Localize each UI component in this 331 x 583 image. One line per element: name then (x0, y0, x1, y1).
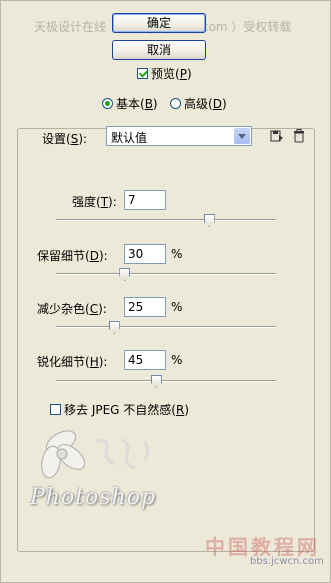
radio-selected-icon[interactable] (102, 98, 113, 109)
mode-advanced-label: 高级(D) (184, 97, 227, 111)
strength-label: 强度(T): (72, 195, 117, 209)
preserve-detail-input[interactable]: 30 (124, 244, 166, 264)
mode-basic-label: 基本(B) (116, 97, 158, 111)
chevron-down-icon[interactable] (234, 128, 250, 144)
radio-unselected-icon[interactable] (170, 98, 181, 109)
reduce-color-noise-slider-track[interactable] (56, 326, 276, 328)
settings-dropdown-value: 默认值 (111, 131, 148, 145)
strength-slider-track[interactable] (56, 219, 276, 221)
strength-input[interactable]: 7 (124, 190, 166, 210)
reduce-color-noise-unit: % (171, 300, 183, 314)
preserve-detail-label: 保留细节(D): (37, 249, 108, 263)
sharpen-detail-unit: % (171, 353, 183, 367)
preserve-detail-slider-track[interactable] (56, 273, 276, 275)
preview-checkbox[interactable]: 预览(P) (137, 65, 192, 82)
preview-check-icon[interactable] (137, 68, 148, 79)
sharpen-detail-label: 锐化细节(H): (37, 355, 108, 369)
watermark-bottom-url: bbs.jcwcn.com (250, 556, 324, 567)
settings-dropdown[interactable]: 默认值 (106, 126, 252, 146)
sharpen-detail-slider-track[interactable] (56, 380, 276, 382)
reduce-color-noise-label: 减少杂色(C): (37, 302, 107, 316)
trash-icon[interactable] (292, 129, 306, 143)
save-preset-icon[interactable] (270, 129, 284, 143)
reduce-color-noise-input[interactable]: 25 (124, 297, 166, 317)
preview-label: 预览(P) (151, 67, 192, 81)
watermark-photoshop-text: Photoshop (30, 485, 157, 510)
preserve-detail-unit: % (171, 247, 183, 261)
mode-basic-radio[interactable]: 基本(B) (102, 95, 158, 112)
settings-label: 设置(S): (42, 132, 88, 146)
mode-advanced-radio[interactable]: 高级(D) (170, 95, 227, 112)
sharpen-detail-input[interactable]: 45 (124, 350, 166, 370)
cancel-button[interactable]: 取消 (112, 40, 206, 60)
ok-button[interactable]: 确定 (112, 13, 206, 33)
